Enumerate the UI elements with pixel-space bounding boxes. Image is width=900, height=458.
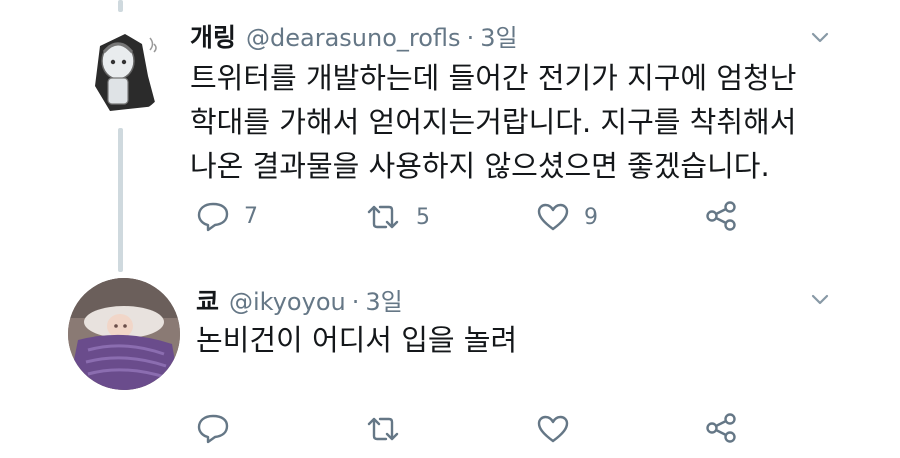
more-options-button[interactable] bbox=[808, 288, 832, 312]
tweet-text: 논비건이 어디서 입을 놀려 bbox=[196, 323, 518, 357]
share-button[interactable] bbox=[704, 412, 738, 444]
timestamp[interactable]: 3일 bbox=[365, 282, 402, 317]
reply-icon bbox=[197, 202, 229, 232]
share-icon bbox=[706, 201, 736, 231]
share-icon bbox=[706, 413, 736, 443]
display-name[interactable]: 개링 bbox=[190, 18, 236, 54]
retweet-count: 5 bbox=[416, 204, 430, 230]
avatar[interactable] bbox=[68, 278, 180, 390]
reply-button[interactable] bbox=[196, 412, 244, 444]
heart-icon bbox=[537, 203, 569, 231]
avatar[interactable] bbox=[70, 16, 170, 116]
like-count: 9 bbox=[584, 204, 598, 230]
share-button[interactable] bbox=[704, 200, 738, 232]
retweet-icon bbox=[367, 205, 399, 229]
like-button[interactable]: 9 bbox=[536, 202, 598, 232]
display-name[interactable]: 쿄 bbox=[196, 282, 219, 318]
tweet-text: 트위터를 개발하는데 들어간 전기가 지구에 엄청난 학대를 가해서 얻어지는거… bbox=[190, 61, 797, 183]
reply-icon bbox=[197, 414, 229, 444]
separator: · bbox=[466, 24, 475, 52]
retweet-button[interactable] bbox=[364, 414, 416, 444]
tweet-2[interactable]: 쿄 @ikyoyou · 3일 논비건이 어디서 입을 놀려 bbox=[0, 270, 900, 458]
tweet-1[interactable]: 개링 @dearasuno_rofls · 3일 트위터를 개발하는데 들어간 … bbox=[0, 0, 900, 262]
chevron-down-icon bbox=[811, 294, 829, 305]
timestamp[interactable]: 3일 bbox=[480, 18, 517, 53]
handle[interactable]: @ikyoyou bbox=[229, 288, 346, 316]
more-options-button[interactable] bbox=[808, 26, 832, 50]
reply-count: 7 bbox=[244, 203, 258, 229]
heart-icon bbox=[537, 415, 569, 443]
separator: · bbox=[351, 288, 360, 316]
reply-button[interactable]: 7 bbox=[196, 200, 258, 232]
avatar-illustration bbox=[70, 16, 170, 116]
avatar-illustration bbox=[68, 278, 180, 390]
retweet-button[interactable]: 5 bbox=[364, 202, 430, 232]
retweet-icon bbox=[367, 417, 399, 441]
handle[interactable]: @dearasuno_rofls bbox=[246, 24, 461, 52]
chevron-down-icon bbox=[811, 32, 829, 43]
like-button[interactable] bbox=[536, 414, 584, 444]
